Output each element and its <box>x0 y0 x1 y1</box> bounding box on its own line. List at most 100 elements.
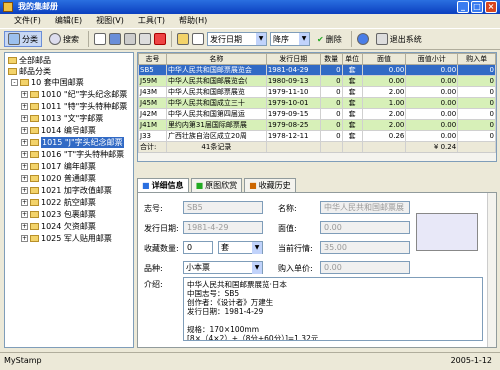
print-icon[interactable] <box>139 33 151 45</box>
tree-item[interactable]: +1011 "特"字头特种邮票 <box>21 101 127 112</box>
buy-label: 购入单价: <box>278 264 313 273</box>
tree-item[interactable]: +1010 "纪"字头纪念邮票 <box>21 89 127 100</box>
collapse-icon[interactable]: - <box>11 79 18 86</box>
expand-icon[interactable]: + <box>21 175 28 182</box>
menu-tools[interactable]: 工具(T) <box>138 14 165 28</box>
col-qty[interactable]: 数量 <box>319 53 343 65</box>
tree-item[interactable]: +1020 普通邮票 <box>21 173 96 184</box>
sort-field-select[interactable]: 发行日期 ▼ <box>207 32 267 46</box>
table-row[interactable]: J59M 中华人民共和国邮展览会(1980-09-13 0 套 0.00 0.00 0 <box>138 75 496 87</box>
maximize-button[interactable]: □ <box>471 1 483 13</box>
expand-icon[interactable]: + <box>21 199 28 206</box>
table-row[interactable]: J42M 中华人民共和国第四届运 1979-09-15 0 套 2.00 0.00 0 <box>138 108 496 120</box>
horizontal-scrollbar[interactable] <box>138 152 496 161</box>
expand-icon[interactable]: + <box>21 211 28 218</box>
search-icon <box>49 33 61 45</box>
delete-icon[interactable] <box>154 33 166 45</box>
expand-icon[interactable]: + <box>21 127 28 134</box>
tab-details[interactable]: ■ 详细信息 <box>137 178 189 192</box>
folder-icon <box>30 235 39 242</box>
expand-icon[interactable]: + <box>21 235 28 242</box>
folder-icon <box>30 163 39 170</box>
unit-select[interactable]: 套 ▼ <box>218 241 263 254</box>
tab-images[interactable]: ■ 原图欣赏 <box>190 178 243 192</box>
tree-item-selected[interactable]: +1015 "J"字头纪念邮票 <box>21 137 124 148</box>
expand-icon[interactable]: + <box>21 139 28 146</box>
tree-item[interactable]: +1016 "T"字头特种邮票 <box>21 149 124 160</box>
col-name[interactable]: 名称 <box>165 53 267 65</box>
refresh-button[interactable]: ✔ 删除 <box>313 31 346 47</box>
table-row[interactable]: J45M 中华人民共和国成立三十 1979-10-01 0 套 1.00 0.00 0 <box>138 97 496 109</box>
help-icon[interactable] <box>356 33 369 45</box>
tree-item[interactable]: +1021 加字改值邮票 <box>21 185 112 196</box>
code-field[interactable]: SB5 <box>183 201 263 214</box>
vertical-scrollbar[interactable] <box>487 193 496 347</box>
menu-view[interactable]: 视图(V) <box>96 14 124 28</box>
folder-icon <box>30 175 39 182</box>
table-row[interactable]: J43M 中华人民共和国邮票展览 1979-11-10 0 套 2.00 0.00 0 <box>138 86 496 98</box>
tree-item[interactable]: +1013 "文"字邮票 <box>21 113 103 124</box>
tree-item[interactable]: +1025 军人贴用邮票 <box>21 233 112 244</box>
tree-item[interactable]: +1023 包裹邮票 <box>21 209 96 220</box>
exit-button[interactable]: 退出系统 <box>372 31 426 47</box>
tab-history[interactable]: ■ 收藏历史 <box>244 178 296 192</box>
copy-icon[interactable] <box>124 33 136 45</box>
table-row[interactable]: J33 广西壮族自治区成立20周 1978-12-11 0 套 0.26 0.00 0 <box>138 130 496 142</box>
intro-textarea[interactable]: 中华人民共和国邮票展览·日本 中国志号：SB5 创作者：《设计者》万建生 发行日… <box>183 277 483 341</box>
tree-item[interactable]: +1017 编年邮票 <box>21 161 96 172</box>
menu-help[interactable]: 帮助(H) <box>179 14 207 28</box>
window-title: 我的集邮册 <box>18 2 58 11</box>
minimize-button[interactable]: _ <box>457 1 469 13</box>
tree-item[interactable]: +1014 编号邮票 <box>21 125 96 136</box>
search-button[interactable]: 搜索 <box>45 31 83 47</box>
buy-field[interactable]: 0.00 <box>320 261 410 274</box>
face-field[interactable]: 0.00 <box>320 221 410 234</box>
expand-icon[interactable]: + <box>21 115 28 122</box>
menu-edit[interactable]: 编辑(E) <box>55 14 82 28</box>
group-button[interactable]: 分类 <box>4 31 42 47</box>
expand-icon[interactable]: + <box>21 223 28 230</box>
expand-icon[interactable]: + <box>21 187 28 194</box>
folder-icon <box>30 151 39 158</box>
folder-icon[interactable] <box>177 33 189 45</box>
name-label: 名称: <box>278 204 297 213</box>
category-tree[interactable]: 全部邮品 邮品分类 -10 套中国邮票 +1010 "纪"字头纪念邮票 +101… <box>4 52 134 348</box>
col-unit[interactable]: 单位 <box>341 53 363 65</box>
expand-icon[interactable]: + <box>21 103 28 110</box>
tree-root[interactable]: 全部邮品 <box>8 55 51 66</box>
chevron-down-icon: ▼ <box>256 33 266 45</box>
col-buy[interactable]: 购入单 <box>457 53 496 65</box>
folder-icon <box>30 211 39 218</box>
toolbar-separator <box>88 31 89 47</box>
folder-icon <box>30 115 39 122</box>
col-subtotal[interactable]: 面值小计 <box>405 53 459 65</box>
table-row[interactable]: J41M 里约内第31届国际邮票展 1979-08-25 0 套 2.00 0.00 0 <box>138 119 496 131</box>
table-row[interactable]: SB5 中华人民共和国邮票展览会 1981-04-29 0 套 0.00 0.00 0 <box>138 64 496 76</box>
expand-icon[interactable]: + <box>21 91 28 98</box>
date-field[interactable]: 1981-4-29 <box>183 221 263 234</box>
name-field[interactable]: 中华人民共和国邮票展 <box>320 201 410 214</box>
market-field[interactable]: 35.00 <box>320 241 410 254</box>
tree-item[interactable]: +1022 航空邮票 <box>21 197 96 208</box>
new-icon[interactable] <box>94 33 106 45</box>
tree-item[interactable]: +1024 欠资邮票 <box>21 221 96 232</box>
sort-order-select[interactable]: 降序 ▼ <box>270 32 310 46</box>
market-label: 当前行情: <box>278 244 313 253</box>
chevron-down-icon: ▼ <box>299 33 309 45</box>
col-face[interactable]: 面值 <box>361 53 407 65</box>
export-icon[interactable] <box>192 33 204 45</box>
title-bar: 我的集邮册 _ □ × <box>0 0 500 14</box>
tree-category[interactable]: 邮品分类 <box>8 66 51 77</box>
stamp-table[interactable]: 志号 名称 发行日期 数量 单位 面值 面值小计 购入单 SB5 中华人民共和国邮… <box>137 52 497 162</box>
expand-icon[interactable]: + <box>21 151 28 158</box>
expand-icon[interactable]: + <box>21 163 28 170</box>
toolbar: 分类 搜索 发行日期 ▼ 降序 ▼ ✔ 删除 退出系统 <box>0 28 500 50</box>
save-icon[interactable] <box>109 33 121 45</box>
close-button[interactable]: × <box>485 1 497 13</box>
tree-year[interactable]: -10 套中国邮票 <box>11 77 84 88</box>
col-code[interactable]: 志号 <box>138 53 167 65</box>
kind-select[interactable]: 小本票 ▼ <box>183 261 263 274</box>
qty-field[interactable]: 0 <box>183 241 213 254</box>
col-date[interactable]: 发行日期 <box>265 53 321 65</box>
menu-file[interactable]: 文件(F) <box>14 14 41 28</box>
